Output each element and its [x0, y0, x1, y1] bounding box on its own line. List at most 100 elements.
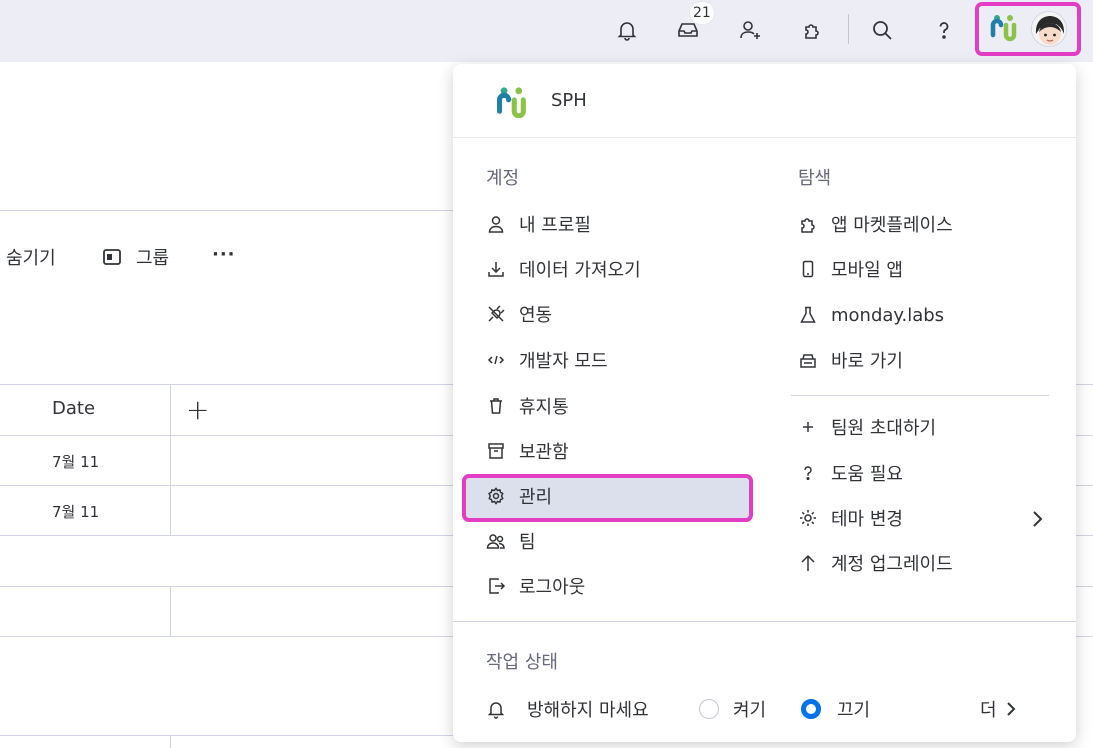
dnd-off-radio[interactable]: 끄기 — [801, 689, 870, 729]
table-col-border — [170, 735, 171, 748]
plus-icon — [797, 416, 819, 438]
radio-selected[interactable] — [801, 699, 821, 719]
menu-item-developer-mode[interactable]: 개발자 모드 — [485, 340, 608, 380]
menu-item-administration[interactable]: 관리 — [485, 476, 552, 516]
menu-item-logout[interactable]: 로그아웃 — [485, 566, 585, 606]
menu-item-invite-members[interactable]: 팀원 초대하기 — [797, 407, 936, 447]
puzzle-icon — [797, 213, 819, 235]
work-status-divider — [453, 621, 1076, 622]
account-section-title: 계정 — [486, 168, 520, 189]
table-row-border — [0, 535, 460, 536]
help-icon[interactable] — [926, 12, 962, 48]
do-not-disturb-label: 방해하지 마세요 — [527, 700, 649, 721]
explore-section-title: 탐색 — [798, 168, 832, 189]
menu-item-label: 개발자 모드 — [519, 351, 608, 372]
org-name: SPH — [551, 90, 587, 111]
menu-item-label: 로그아웃 — [519, 577, 586, 598]
dnd-off-label: 끄기 — [837, 700, 871, 721]
date-cell[interactable]: 7월 11 — [52, 501, 99, 522]
table-row-border — [1076, 485, 1093, 486]
menu-item-label: 계정 업그레이드 — [831, 554, 953, 575]
menu-item-monday-labs[interactable]: monday.labs — [797, 295, 944, 335]
group-icon — [103, 249, 121, 265]
menu-item-integrations[interactable]: 연동 — [485, 294, 552, 334]
account-button[interactable] — [975, 2, 1081, 56]
inbox-count-badge: 21 — [690, 2, 714, 24]
sun-icon — [797, 507, 819, 529]
avatar — [1031, 11, 1067, 47]
more-label: 더 — [980, 700, 997, 721]
table-header-border — [0, 435, 460, 436]
table-col-border — [170, 586, 171, 636]
menu-item-label: 바로 가기 — [831, 351, 903, 372]
topbar-divider — [848, 14, 849, 44]
more-options-button[interactable]: ··· — [212, 244, 236, 265]
menu-item-my-profile[interactable]: 내 프로필 — [485, 204, 591, 244]
menu-item-label: 도움 필요 — [831, 464, 903, 485]
menu-item-teams[interactable]: 팀 — [485, 521, 536, 561]
menu-header[interactable]: SPH — [453, 64, 1076, 138]
plug-icon — [485, 303, 507, 325]
bell-icon[interactable] — [609, 12, 645, 48]
menu-item-label: 팀 — [519, 532, 536, 553]
menu-item-shortcuts[interactable]: 바로 가기 — [797, 340, 903, 380]
menu-item-app-marketplace[interactable]: 앱 마켓플레이스 — [797, 204, 953, 244]
table-row-border — [0, 485, 460, 486]
group-button[interactable]: 그룹 — [102, 244, 169, 270]
user-icon — [485, 213, 507, 235]
inbox-icon[interactable]: 21 — [670, 2, 714, 48]
menu-item-mobile-app[interactable]: 모바일 앱 — [797, 249, 903, 289]
group-label: 그룹 — [136, 248, 170, 269]
org-logo-icon — [493, 84, 531, 122]
date-column-header[interactable]: Date — [52, 398, 95, 419]
menu-item-label: 앱 마켓플레이스 — [831, 215, 953, 236]
menu-item-label: 팀원 초대하기 — [831, 418, 937, 439]
table-row-border — [1076, 535, 1093, 536]
menu-item-label: monday.labs — [831, 304, 945, 326]
explore-divider — [791, 395, 1049, 396]
keyboard-icon — [797, 349, 819, 371]
menu-item-import-data[interactable]: 데이터 가져오기 — [485, 249, 641, 289]
menu-item-change-theme[interactable]: 테마 변경 — [797, 498, 903, 538]
apps-icon[interactable] — [795, 12, 831, 48]
table-top-border — [0, 384, 460, 385]
bell-icon — [485, 698, 507, 720]
menu-item-label: 휴지통 — [519, 397, 569, 418]
table-row-border — [0, 735, 460, 736]
table-row-border — [1076, 384, 1093, 385]
menu-item-archive[interactable]: 보관함 — [485, 431, 569, 471]
flask-icon — [797, 304, 819, 326]
menu-item-label: 모바일 앱 — [831, 260, 903, 281]
question-icon — [797, 462, 819, 484]
org-logo-icon — [989, 12, 1019, 46]
dnd-on-radio[interactable]: 켜기 — [699, 689, 766, 729]
mobile-icon — [797, 258, 819, 280]
chevron-right-icon[interactable] — [1030, 509, 1044, 533]
do-not-disturb-row: 방해하지 마세요 — [485, 689, 649, 729]
date-cell[interactable]: 7월 11 — [52, 451, 99, 472]
menu-item-label: 내 프로필 — [519, 215, 591, 236]
trash-icon — [485, 395, 507, 417]
radio-unselected[interactable] — [699, 699, 719, 719]
add-column-button[interactable]: + — [186, 396, 209, 424]
menu-item-upgrade-account[interactable]: 계정 업그레이드 — [797, 543, 953, 583]
menu-item-label: 연동 — [519, 305, 553, 326]
table-row-border — [1076, 586, 1093, 587]
search-icon[interactable] — [864, 12, 900, 48]
arrow-up-icon — [797, 552, 819, 574]
dnd-on-label: 켜기 — [733, 700, 767, 721]
hide-button[interactable]: 숨기기 — [6, 244, 56, 270]
logout-icon — [485, 575, 507, 597]
board-divider — [0, 210, 460, 211]
menu-item-trash[interactable]: 휴지통 — [485, 386, 569, 426]
menu-item-get-help[interactable]: 도움 필요 — [797, 453, 903, 493]
menu-item-label: 관리 — [519, 487, 553, 508]
menu-item-label: 보관함 — [519, 442, 569, 463]
code-icon — [485, 349, 507, 371]
table-row-border — [0, 586, 460, 587]
download-icon — [485, 258, 507, 280]
invite-user-icon[interactable] — [732, 12, 768, 48]
top-bar: 21 — [0, 0, 1093, 62]
work-status-more-button[interactable]: 더 — [980, 689, 1017, 729]
chevron-right-icon — [1006, 702, 1015, 716]
